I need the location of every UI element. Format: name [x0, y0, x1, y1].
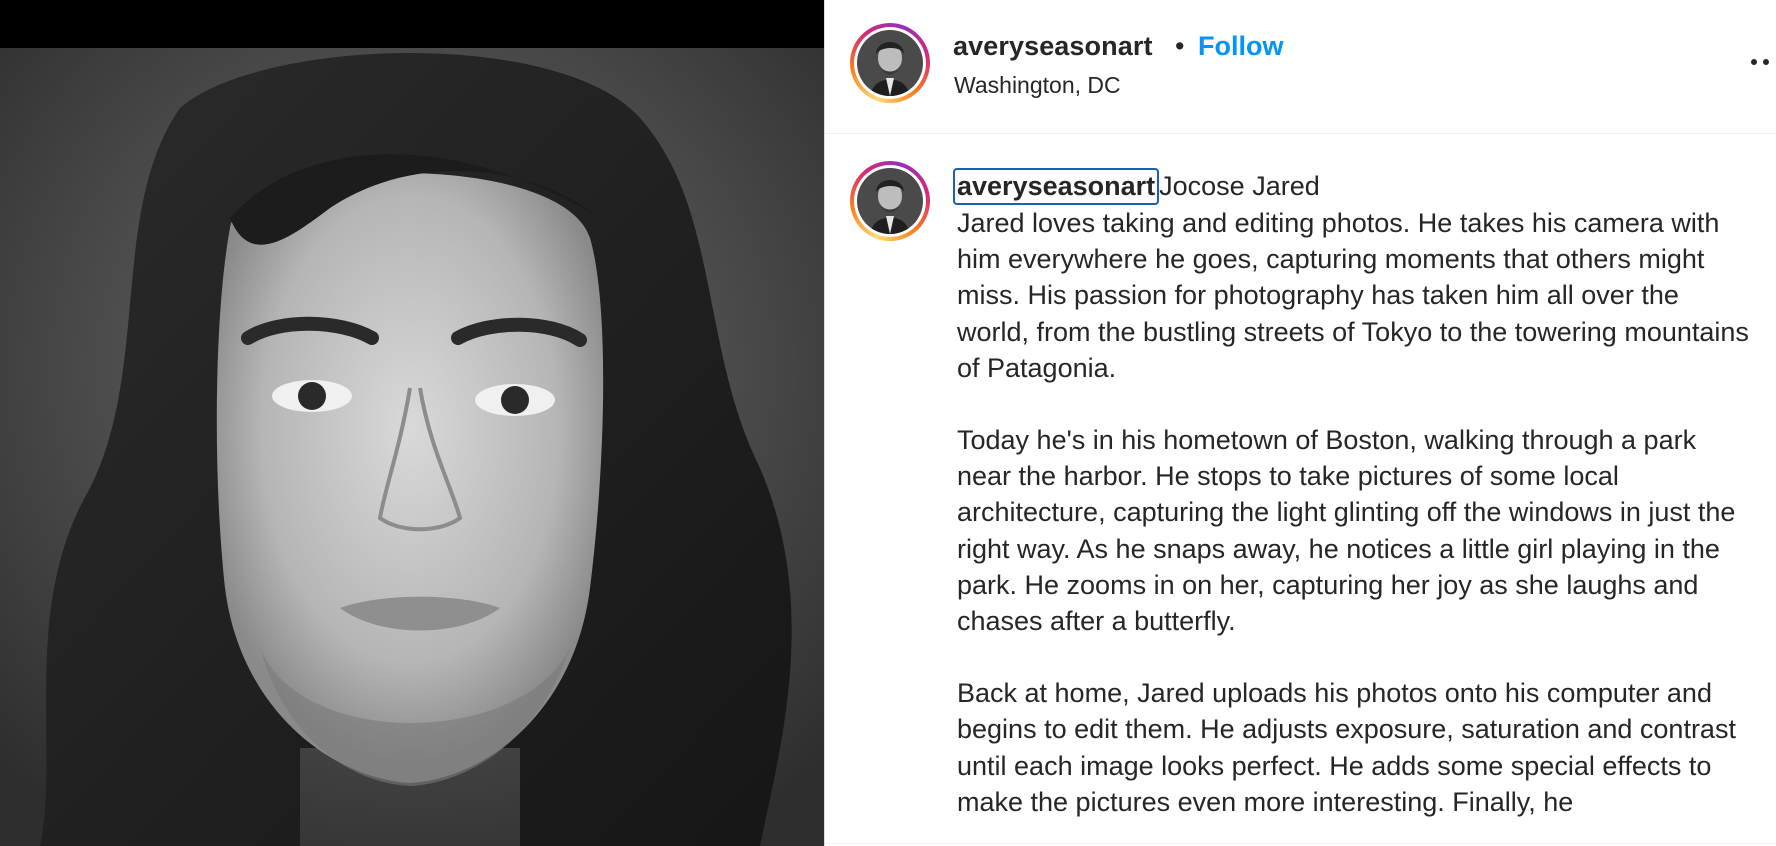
- caption-first-line: averyseasonart Jocose Jared: [953, 168, 1757, 205]
- caption-avatar[interactable]: [850, 161, 930, 241]
- follow-button[interactable]: Follow: [1198, 31, 1283, 62]
- post-media[interactable]: [0, 0, 824, 846]
- location-link[interactable]: Washington, DC: [954, 72, 1121, 99]
- post-photo: [0, 48, 824, 846]
- divider: [825, 843, 1776, 844]
- caption-paragraph: Back at home, Jared uploads his photos o…: [957, 678, 1736, 817]
- caption-paragraph: Jared loves taking and editing photos. H…: [957, 208, 1749, 383]
- separator-dot: •: [1175, 31, 1185, 61]
- post-sidebar: averyseasonart • Follow Washington, DC a…: [824, 0, 1776, 846]
- post-caption: averyseasonart Jocose Jared Jared loves t…: [953, 168, 1757, 820]
- avatar-icon: [857, 168, 923, 234]
- post-header: averyseasonart • Follow Washington, DC: [825, 0, 1776, 134]
- header-avatar[interactable]: [850, 23, 930, 103]
- caption-username-link[interactable]: averyseasonart: [953, 168, 1160, 205]
- more-options-icon[interactable]: [1749, 57, 1776, 67]
- avatar-icon: [857, 30, 923, 96]
- caption-paragraph: Today he's in his hometown of Boston, wa…: [957, 425, 1736, 637]
- header-username[interactable]: averyseasonart: [953, 31, 1153, 62]
- caption-title: Jocose Jared: [1159, 171, 1320, 201]
